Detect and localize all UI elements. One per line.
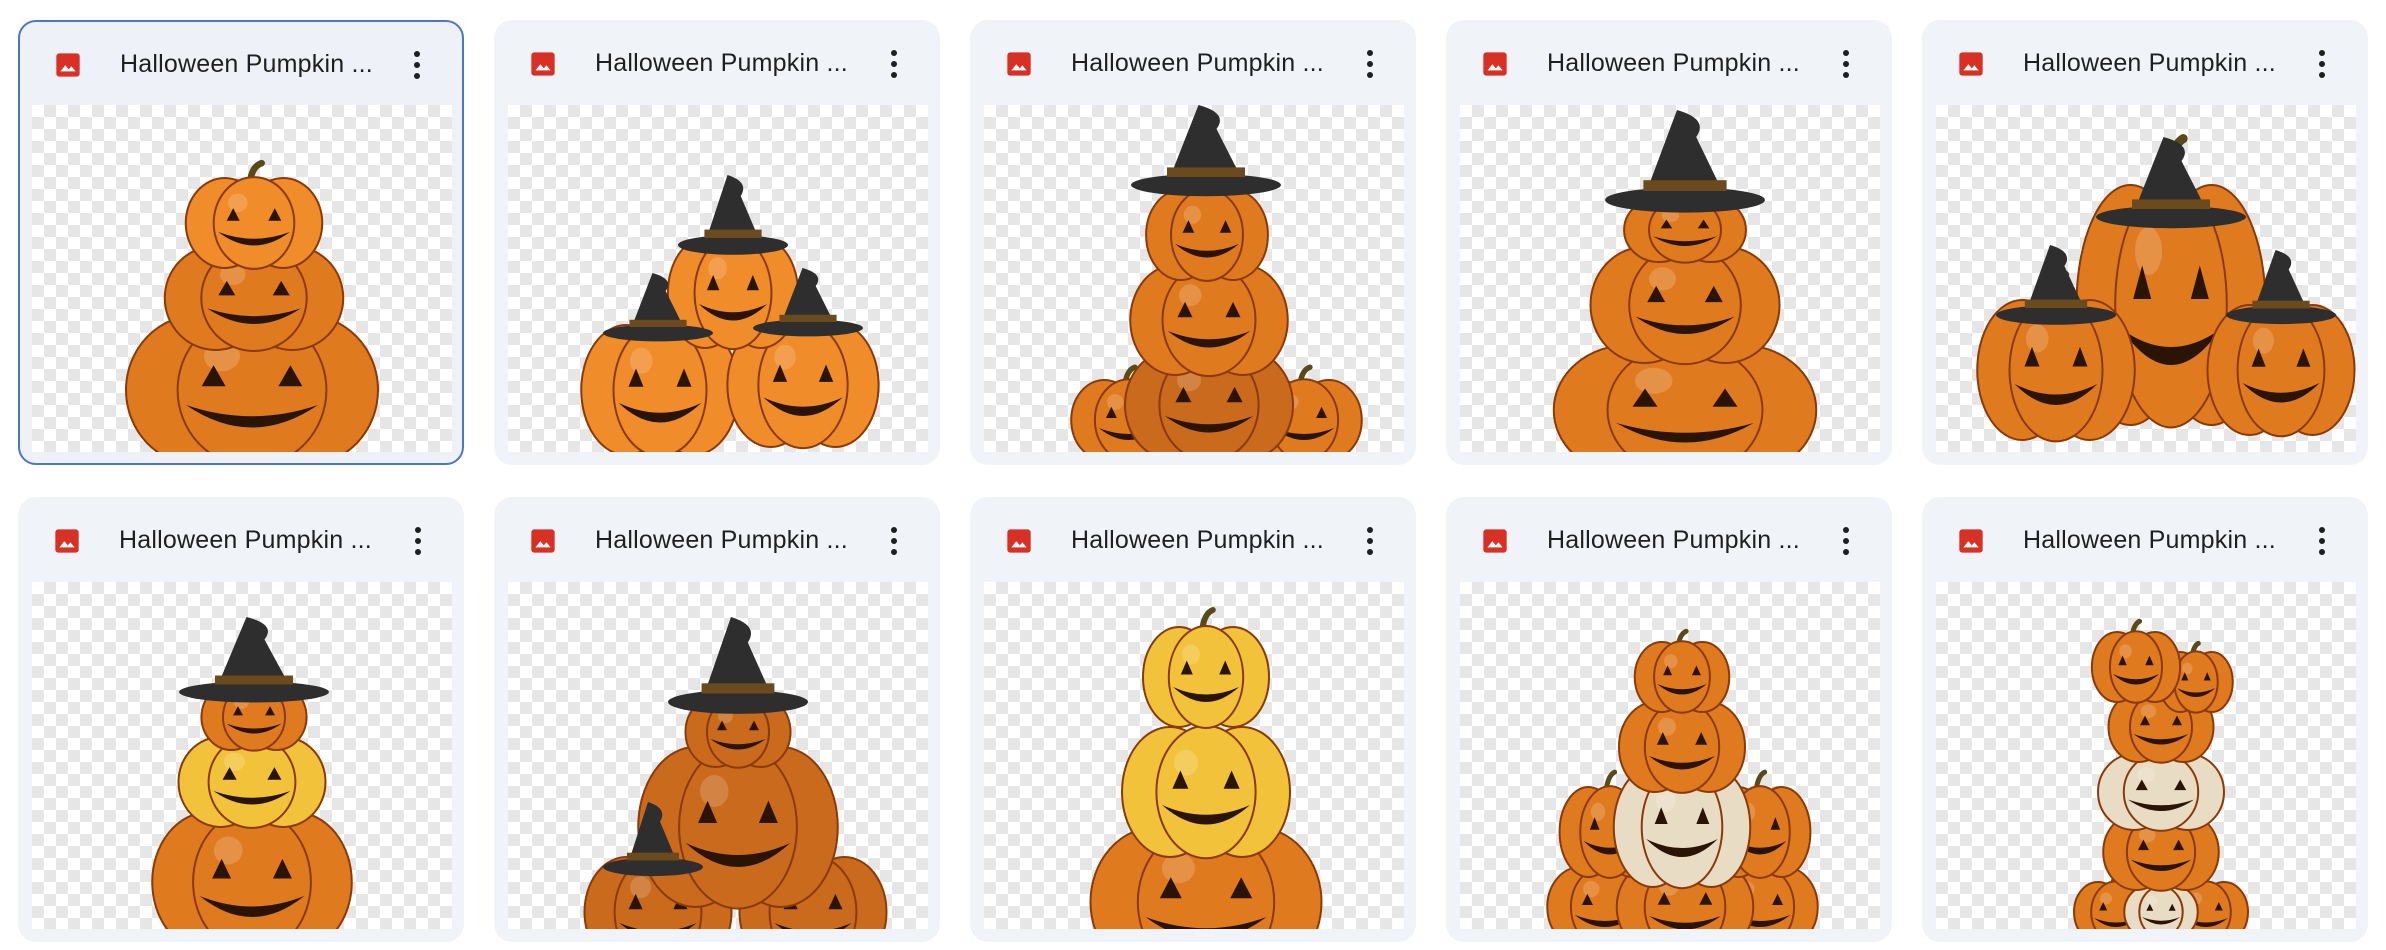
file-card[interactable]: Halloween Pumpkin ... xyxy=(494,20,940,465)
pumpkin-illustration xyxy=(1552,110,1818,452)
pumpkin-illustration xyxy=(1070,105,1363,452)
more-vert-icon[interactable] xyxy=(1353,45,1387,83)
pumpkin-illustration xyxy=(2073,618,2249,929)
more-vert-icon[interactable] xyxy=(1829,45,1863,83)
file-title: Halloween Pumpkin ... xyxy=(2023,526,2276,554)
image-file-icon xyxy=(1007,529,1031,553)
image-thumbnail[interactable] xyxy=(32,105,452,452)
card-header: Halloween Pumpkin ... xyxy=(495,21,939,105)
file-title: Halloween Pumpkin ... xyxy=(2023,49,2276,77)
file-card[interactable]: Halloween Pumpkin ... xyxy=(18,20,464,465)
card-header: Halloween Pumpkin ... xyxy=(19,498,463,582)
image-file-icon xyxy=(1959,529,1983,553)
image-file-icon xyxy=(56,53,80,77)
card-header: Halloween Pumpkin ... xyxy=(1923,21,2367,105)
card-header: Halloween Pumpkin ... xyxy=(1923,498,2367,582)
image-file-icon xyxy=(1483,52,1507,76)
image-file-icon xyxy=(1007,52,1031,76)
card-header: Halloween Pumpkin ... xyxy=(20,22,462,106)
file-title: Halloween Pumpkin ... xyxy=(1071,49,1324,77)
file-title: Halloween Pumpkin ... xyxy=(595,49,848,77)
file-title: Halloween Pumpkin ... xyxy=(119,526,372,554)
image-file-icon xyxy=(1959,52,1983,76)
pumpkin-illustration xyxy=(125,159,379,452)
card-header: Halloween Pumpkin ... xyxy=(1447,498,1891,582)
card-header: Halloween Pumpkin ... xyxy=(971,21,1415,105)
pumpkin-illustration xyxy=(1089,607,1323,929)
pumpkin-illustration xyxy=(580,175,880,452)
image-thumbnail[interactable] xyxy=(508,105,928,452)
file-card[interactable]: Halloween Pumpkin ... xyxy=(1922,20,2368,465)
more-vert-icon[interactable] xyxy=(877,522,911,560)
more-vert-icon[interactable] xyxy=(877,45,911,83)
file-card[interactable]: Halloween Pumpkin ... xyxy=(18,497,464,942)
file-card[interactable]: Halloween Pumpkin ... xyxy=(1446,497,1892,942)
file-title: Halloween Pumpkin ... xyxy=(120,50,373,78)
pumpkin-illustration xyxy=(151,617,353,929)
image-file-icon xyxy=(531,529,555,553)
more-vert-icon[interactable] xyxy=(401,522,435,560)
more-vert-icon[interactable] xyxy=(1829,522,1863,560)
card-header: Halloween Pumpkin ... xyxy=(495,498,939,582)
more-vert-icon[interactable] xyxy=(2305,522,2339,560)
image-thumbnail[interactable] xyxy=(1936,582,2356,929)
file-card[interactable]: Halloween Pumpkin ... xyxy=(1446,20,1892,465)
more-vert-icon[interactable] xyxy=(2305,45,2339,83)
file-title: Halloween Pumpkin ... xyxy=(595,526,848,554)
file-title: Halloween Pumpkin ... xyxy=(1547,526,1800,554)
file-card[interactable]: Halloween Pumpkin ... xyxy=(494,497,940,942)
image-file-icon xyxy=(531,52,555,76)
card-header: Halloween Pumpkin ... xyxy=(971,498,1415,582)
image-file-icon xyxy=(55,529,79,553)
more-vert-icon[interactable] xyxy=(1353,522,1387,560)
file-card[interactable]: Halloween Pumpkin ... xyxy=(970,497,1416,942)
file-title: Halloween Pumpkin ... xyxy=(1547,49,1800,77)
file-title: Halloween Pumpkin ... xyxy=(1071,526,1324,554)
image-thumbnail[interactable] xyxy=(32,582,452,929)
image-thumbnail[interactable] xyxy=(508,582,928,929)
pumpkin-illustration xyxy=(583,617,888,929)
pumpkin-illustration xyxy=(1546,628,1819,929)
pumpkin-illustration xyxy=(1976,134,2356,443)
file-card[interactable]: Halloween Pumpkin ... xyxy=(1922,497,2368,942)
file-grid: Halloween Pumpkin ... Halloween Pumpkin … xyxy=(18,20,2368,942)
file-card[interactable]: Halloween Pumpkin ... xyxy=(970,20,1416,465)
card-header: Halloween Pumpkin ... xyxy=(1447,21,1891,105)
image-thumbnail[interactable] xyxy=(1936,105,2356,452)
image-thumbnail[interactable] xyxy=(1460,582,1880,929)
more-vert-icon[interactable] xyxy=(400,46,434,84)
image-file-icon xyxy=(1483,529,1507,553)
image-thumbnail[interactable] xyxy=(1460,105,1880,452)
image-thumbnail[interactable] xyxy=(984,105,1404,452)
image-thumbnail[interactable] xyxy=(984,582,1404,929)
